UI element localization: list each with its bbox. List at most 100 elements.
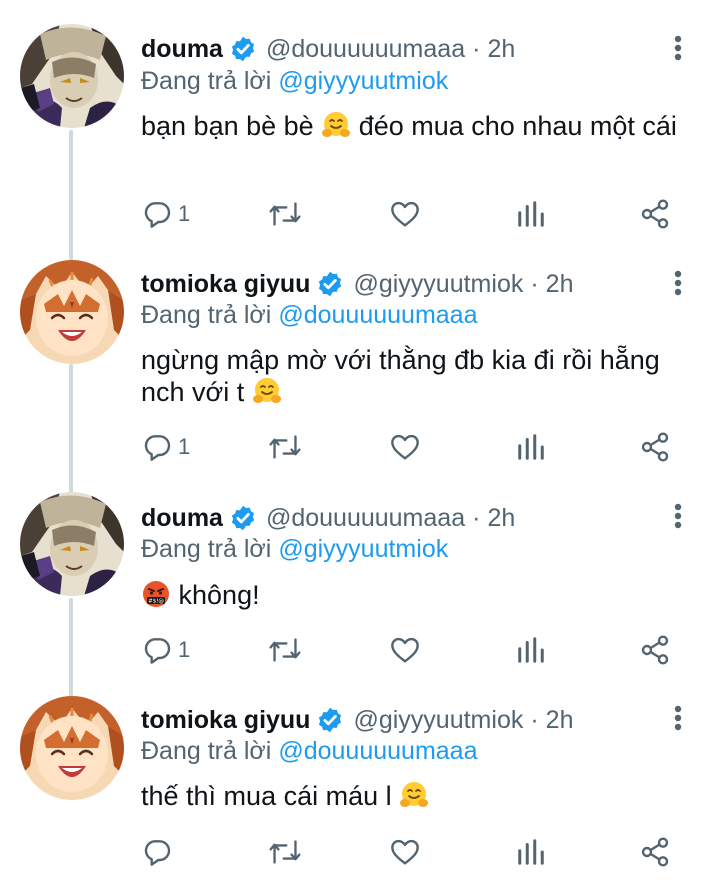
handle[interactable]: @giyyyuutmiok (353, 270, 523, 299)
heart-icon (391, 434, 419, 460)
avatar[interactable] (20, 492, 124, 596)
hugging-face-emoji-icon (252, 378, 281, 403)
more-vertical-icon[interactable] (664, 266, 692, 300)
separator-dot: · (472, 503, 481, 532)
verified-badge-icon (231, 36, 255, 62)
mention-link[interactable]: @douuuuuumaaa (278, 301, 477, 330)
share-icon (641, 432, 669, 462)
like-button[interactable] (389, 832, 421, 872)
replying-to: Đang trả lời @giyyyuutmiok (141, 531, 448, 567)
timestamp[interactable]: 2h (546, 706, 574, 735)
views-button[interactable] (516, 832, 546, 872)
separator-dot: · (472, 34, 481, 63)
views-button[interactable] (516, 630, 546, 670)
display-name[interactable]: tomioka giyuu (141, 270, 310, 299)
more-vertical-icon[interactable] (664, 31, 692, 65)
tweet[interactable]: tomioka giyuu @giyyyuutmiok · 2h Đang tr… (0, 234, 720, 498)
share-button[interactable] (639, 832, 671, 872)
like-button[interactable] (389, 630, 421, 670)
like-button[interactable] (389, 194, 421, 234)
tweet-text-part: không! (178, 580, 260, 610)
more-vertical-icon[interactable] (664, 701, 692, 735)
tweet-actions: 1 (141, 194, 676, 234)
share-button[interactable] (639, 630, 671, 670)
douma-avatar-image (20, 24, 124, 128)
reply-button[interactable]: 1 (141, 194, 190, 234)
retweet-button[interactable] (268, 194, 302, 234)
retweet-icon (269, 638, 301, 662)
replying-to: Đang trả lời @douuuuuumaaa (141, 733, 478, 769)
reply-button[interactable]: 1 (141, 630, 190, 670)
views-button[interactable] (516, 194, 546, 234)
replying-to: Đang trả lời @giyyyuutmiok (141, 63, 448, 99)
tweet-text-part: đéo mua cho nhau một cái (358, 111, 677, 141)
svg-text:#$!@: #$!@ (148, 599, 164, 605)
retweet-button[interactable] (268, 832, 302, 872)
handle[interactable]: @giyyyuutmiok (353, 706, 523, 735)
tweet-text: #$!@ không! (141, 579, 681, 611)
display-name[interactable]: tomioka giyuu (141, 706, 310, 735)
tweet-actions (141, 832, 676, 872)
avatar[interactable] (20, 260, 124, 364)
avatar[interactable] (20, 696, 124, 800)
replying-to-label: Đang trả lời (141, 736, 272, 765)
share-icon (641, 837, 669, 867)
analytics-icon (518, 434, 544, 460)
retweet-icon (269, 202, 301, 226)
timestamp[interactable]: 2h (487, 35, 515, 64)
reply-button[interactable] (141, 832, 178, 872)
timestamp[interactable]: 2h (487, 504, 515, 533)
tweet-text: bạn bạn bè bè đéo mua cho nhau một cái (141, 110, 681, 142)
mention-link[interactable]: @douuuuuumaaa (278, 737, 477, 766)
reply-button[interactable]: 1 (141, 427, 190, 467)
separator-dot: · (530, 705, 539, 734)
views-button[interactable] (516, 427, 546, 467)
share-button[interactable] (639, 427, 671, 467)
tweet[interactable]: douma @douuuuuumaaa · 2h Đang trả lời @g… (0, 0, 720, 264)
replying-to-label: Đang trả lời (141, 66, 272, 95)
retweet-icon (269, 435, 301, 459)
reply-icon (144, 435, 171, 461)
reply-icon (144, 202, 171, 228)
tweet[interactable]: tomioka giyuu @giyyyuutmiok · 2h Đang tr… (0, 670, 720, 882)
replying-to-label: Đang trả lời (141, 300, 272, 329)
mention-link[interactable]: @giyyyuutmiok (278, 535, 448, 564)
heart-icon (391, 839, 419, 865)
share-icon (641, 635, 669, 665)
like-button[interactable] (389, 427, 421, 467)
cursing-face-emoji-icon: #$!@ (143, 581, 169, 607)
share-button[interactable] (639, 194, 671, 234)
tweet-text-part: ngừng mập mờ với thằng đb kia đi rồi hẵn… (141, 345, 660, 407)
reply-thread: douma @douuuuuumaaa · 2h Đang trả lời @g… (0, 0, 720, 882)
giyuu-avatar-image (20, 260, 124, 364)
douma-avatar-image (20, 492, 124, 596)
heart-icon (391, 201, 419, 227)
mention-link[interactable]: @giyyyuutmiok (278, 67, 448, 96)
handle[interactable]: @douuuuuumaaa (266, 35, 465, 64)
verified-badge-icon (231, 505, 255, 531)
retweet-button[interactable] (268, 630, 302, 670)
replying-to-label: Đang trả lời (141, 534, 272, 563)
share-icon (641, 199, 669, 229)
timestamp[interactable]: 2h (546, 270, 574, 299)
tweet-actions: 1 (141, 630, 676, 670)
display-name[interactable]: douma (141, 35, 223, 64)
tweet[interactable]: douma @douuuuuumaaa · 2h Đang trả lời @g… (0, 468, 720, 700)
handle[interactable]: @douuuuuumaaa (266, 504, 465, 533)
analytics-icon (518, 637, 544, 663)
reply-icon (144, 638, 171, 664)
retweet-button[interactable] (268, 427, 302, 467)
retweet-icon (269, 840, 301, 864)
analytics-icon (518, 839, 544, 865)
display-name[interactable]: douma (141, 504, 223, 533)
hugging-face-emoji-icon (400, 782, 429, 807)
tweet-actions: 1 (141, 427, 676, 467)
more-vertical-icon[interactable] (664, 499, 692, 533)
tweet-text: thế thì mua cái máu l (141, 780, 681, 812)
verified-badge-icon (319, 707, 342, 733)
tweet-text-part: thế thì mua cái máu l (141, 781, 392, 811)
avatar[interactable] (20, 24, 124, 128)
replying-to: Đang trả lời @douuuuuumaaa (141, 297, 478, 333)
reply-count: 1 (178, 434, 191, 459)
reply-count: 1 (178, 201, 191, 226)
